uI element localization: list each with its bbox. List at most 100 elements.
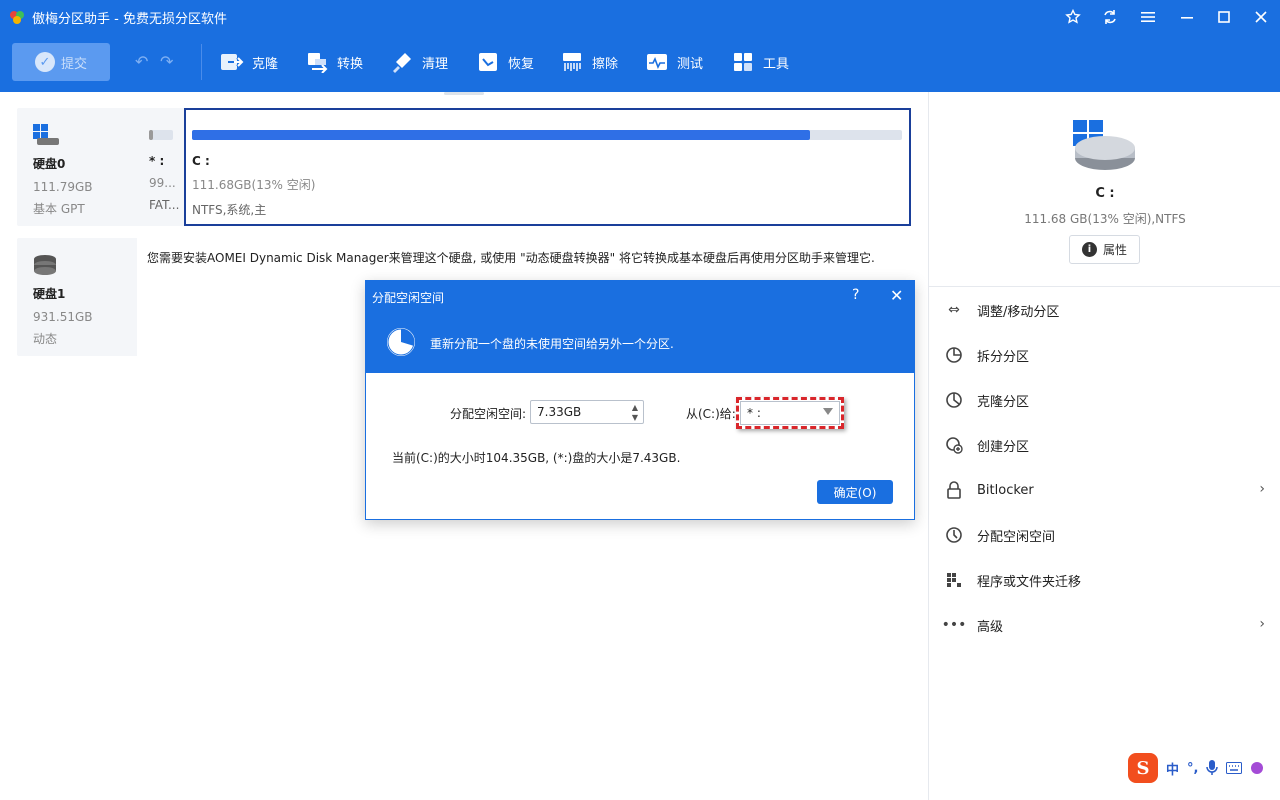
selected-partition-info: 111.68 GB(13% 空闲),NTFS xyxy=(1024,212,1186,226)
allocate-free-space-dialog: 分配空闲空间 ? ✕ 重新分配一个盘的未使用空间给另外一个分区. 分配空闲空间:… xyxy=(365,280,915,520)
op-app-migration[interactable]: 程序或文件夹迁移 xyxy=(945,566,1267,594)
keyboard-icon[interactable] xyxy=(1226,762,1243,774)
refresh-button[interactable] xyxy=(1097,5,1123,29)
size-status-text: 当前(C:)的大小时104.35GB, (*:)盘的大小是7.43GB. xyxy=(392,451,681,465)
toolbar-clone-label: 克隆 xyxy=(252,56,279,72)
ok-button[interactable]: 确定(O) xyxy=(817,480,893,504)
clone-icon xyxy=(220,50,244,74)
partition-efi-label: * : xyxy=(149,154,165,168)
info-icon: i xyxy=(1081,242,1097,257)
dynamic-disk-icon xyxy=(34,255,56,275)
partition-efi[interactable]: * : 99... FAT... xyxy=(143,108,183,226)
properties-button[interactable]: i 属性 xyxy=(1069,235,1140,264)
undo-icon[interactable]: ↶ xyxy=(135,52,148,71)
ime-toolbar: S 中 °, xyxy=(1128,750,1280,786)
dialog-title: 分配空闲空间 xyxy=(372,291,445,305)
selected-partition-label: C : xyxy=(1095,186,1115,201)
dialog-description: 重新分配一个盘的未使用空间给另外一个分区. xyxy=(430,337,674,351)
op-clone-partition-label: 克隆分区 xyxy=(977,394,1030,410)
menu-button[interactable] xyxy=(1135,5,1161,29)
toolbar-convert-label: 转换 xyxy=(337,56,364,72)
favorite-button[interactable] xyxy=(1060,5,1086,29)
more-icon: ••• xyxy=(941,617,967,633)
disk-0-name: 硬盘0 xyxy=(33,157,66,171)
target-partition-label: 从(C:)给: xyxy=(686,407,736,421)
test-icon xyxy=(645,50,669,74)
top-bar: 傲梅分区助手 - 免费无损分区软件 ✓ 提交 ↶ ↷ 克隆 转换 清理 恢复 擦… xyxy=(0,0,1280,92)
disk-0-size: 111.79GB xyxy=(33,180,93,194)
op-app-migration-label: 程序或文件夹迁移 xyxy=(977,574,1082,590)
chevron-right-icon: › xyxy=(1259,481,1265,497)
disk-1-info[interactable]: 硬盘1 931.51GB 动态 xyxy=(17,238,137,356)
toolbar-wipe[interactable]: 擦除 xyxy=(560,48,618,76)
op-bitlocker-label: Bitlocker xyxy=(977,482,1034,498)
menu-icon xyxy=(1141,12,1155,22)
star-icon xyxy=(1065,9,1081,24)
close-window-button[interactable] xyxy=(1248,5,1274,29)
toolbar-cleanup-label: 清理 xyxy=(422,56,449,72)
convert-icon xyxy=(305,50,329,74)
op-bitlocker[interactable]: Bitlocker › xyxy=(945,476,1267,504)
refresh-icon xyxy=(1104,10,1116,24)
toolbar-cleanup[interactable]: 清理 xyxy=(390,48,448,76)
toolbar-recover-label: 恢复 xyxy=(508,56,535,72)
disk-1-name: 硬盘1 xyxy=(33,287,66,301)
partition-efi-fs: FAT... xyxy=(149,198,180,212)
pie-chart-icon xyxy=(387,328,415,356)
op-resize-move[interactable]: ⇔ 调整/移动分区 xyxy=(945,296,1267,324)
skin-icon[interactable] xyxy=(1250,761,1264,775)
target-partition-value: * : xyxy=(747,406,761,420)
windows-disk-icon xyxy=(33,124,59,145)
op-split[interactable]: 拆分分区 xyxy=(945,341,1267,369)
toolbar-clone[interactable]: 克隆 xyxy=(220,48,278,76)
partition-c[interactable]: C : 111.68GB(13% 空闲) NTFS,系统,主 xyxy=(184,108,911,226)
free-space-input[interactable] xyxy=(531,401,627,423)
disk-0-info[interactable]: 硬盘0 111.79GB 基本 GPT xyxy=(17,108,137,226)
app-title: 傲梅分区助手 - 免费无损分区软件 xyxy=(32,12,227,27)
microphone-icon[interactable] xyxy=(1206,760,1219,776)
op-resize-move-label: 调整/移动分区 xyxy=(977,304,1060,320)
ime-logo-icon[interactable]: S xyxy=(1128,753,1158,783)
redo-icon[interactable]: ↷ xyxy=(160,52,173,71)
toolbar-test-label: 测试 xyxy=(677,56,704,72)
minimize-button[interactable] xyxy=(1174,5,1200,29)
help-icon[interactable]: ? xyxy=(852,287,859,303)
lock-icon xyxy=(945,481,963,499)
partition-c-size: 111.68GB(13% 空闲) xyxy=(192,178,316,192)
resize-icon: ⇔ xyxy=(948,302,960,318)
toolbar-convert[interactable]: 转换 xyxy=(305,48,363,76)
op-clone-partition[interactable]: 克隆分区 xyxy=(945,386,1267,414)
toolbar-wipe-label: 擦除 xyxy=(592,56,619,72)
operations-panel: C : 111.68 GB(13% 空闲),NTFS i 属性 ⇔ 调整/移动分… xyxy=(928,92,1280,800)
partition-c-usage-fill xyxy=(192,130,810,140)
partition-c-label: C : xyxy=(192,154,210,168)
toolbar-tools[interactable]: 工具 xyxy=(731,48,789,76)
free-space-stepper[interactable]: ▲ ▼ xyxy=(530,400,644,424)
ime-mode-chinese[interactable]: 中 xyxy=(1166,759,1179,778)
commit-button[interactable]: ✓ 提交 xyxy=(12,43,110,81)
op-split-label: 拆分分区 xyxy=(977,349,1030,365)
clone-partition-icon xyxy=(945,391,963,409)
dialog-close-icon[interactable]: ✕ xyxy=(890,286,903,305)
target-partition-select[interactable]: * : xyxy=(740,401,840,425)
ime-punctuation[interactable]: °, xyxy=(1187,761,1198,776)
op-create-partition-label: 创建分区 xyxy=(977,439,1030,455)
partition-c-usage-bar xyxy=(192,130,902,140)
op-advanced-label: 高级 xyxy=(977,619,1004,635)
maximize-icon xyxy=(1218,11,1230,23)
toolbar-recover[interactable]: 恢复 xyxy=(476,48,534,76)
op-advanced[interactable]: ••• 高级 › xyxy=(941,611,1267,639)
chevron-down-icon xyxy=(823,408,833,415)
op-allocate-free-space[interactable]: 分配空闲空间 xyxy=(945,521,1267,549)
disk-row-0[interactable]: 硬盘0 111.79GB 基本 GPT * : 99... FAT... C :… xyxy=(17,108,911,226)
check-icon: ✓ xyxy=(34,52,55,72)
spin-down-icon[interactable]: ▼ xyxy=(629,412,641,422)
partition-efi-bar xyxy=(149,130,173,140)
minimize-icon xyxy=(1181,17,1193,19)
toolbar-test[interactable]: 测试 xyxy=(645,48,703,76)
op-create-partition[interactable]: 创建分区 xyxy=(945,431,1267,459)
spin-up-icon[interactable]: ▲ xyxy=(629,402,641,412)
maximize-button[interactable] xyxy=(1211,5,1237,29)
split-icon xyxy=(945,346,963,364)
panel-divider xyxy=(929,286,1280,287)
